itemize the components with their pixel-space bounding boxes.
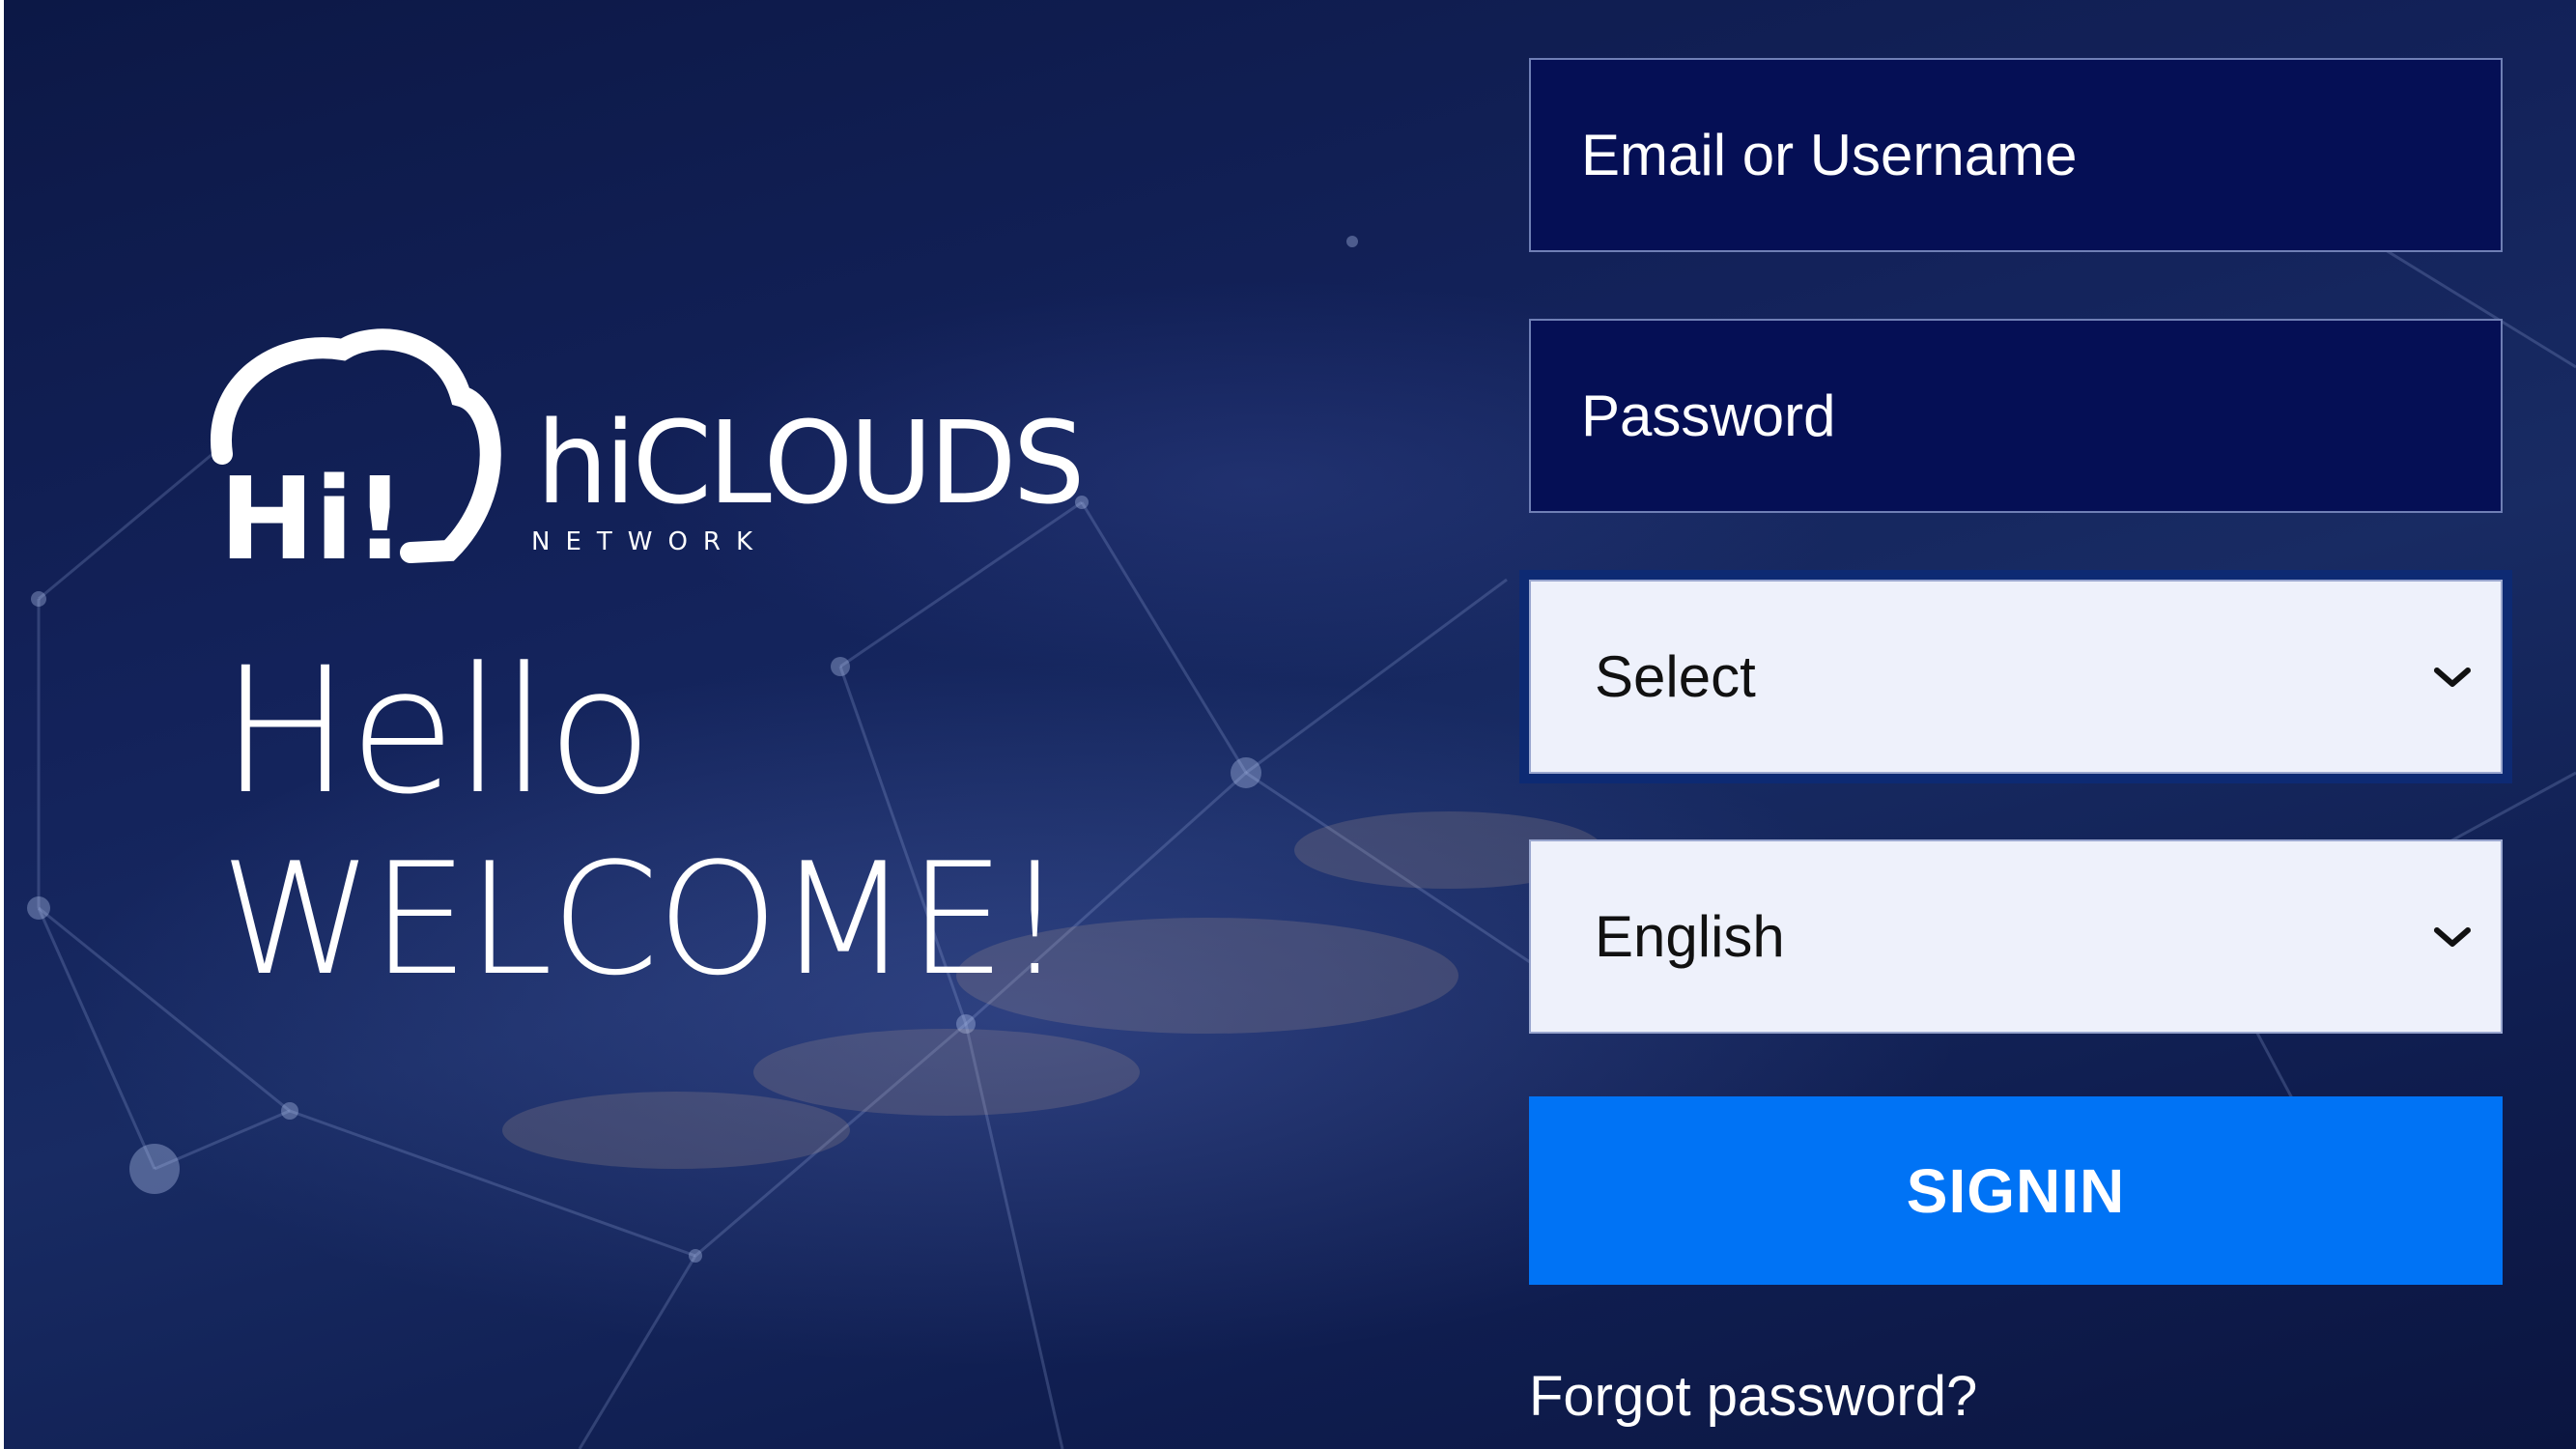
signin-button[interactable]: SIGNIN xyxy=(1529,1096,2503,1285)
language-select-value: English xyxy=(1595,904,1785,969)
chevron-down-icon xyxy=(2434,667,2471,687)
brand-logo: Hi! hiCLOUDS NETWORK xyxy=(208,328,1125,589)
role-select[interactable]: Select xyxy=(1529,580,2503,774)
greeting-welcome: WELCOME! xyxy=(220,829,1065,1009)
brand-name: hiCLOUDS xyxy=(536,396,1086,529)
chevron-down-icon xyxy=(2434,926,2471,947)
role-select-value: Select xyxy=(1595,644,1756,709)
login-page: Hi! hiCLOUDS NETWORK Hello WELCOME! Sele… xyxy=(0,0,2576,1449)
forgot-password-link[interactable]: Forgot password? xyxy=(1529,1364,1977,1429)
greeting-hello: Hello xyxy=(220,631,653,833)
cloud-logo-icon: Hi! xyxy=(211,328,501,570)
logo-mark-text: Hi! xyxy=(219,452,406,570)
language-select[interactable]: English xyxy=(1529,839,2503,1034)
brand-subtitle: NETWORK xyxy=(531,527,769,556)
password-field[interactable] xyxy=(1529,319,2503,513)
email-field[interactable] xyxy=(1529,58,2503,252)
